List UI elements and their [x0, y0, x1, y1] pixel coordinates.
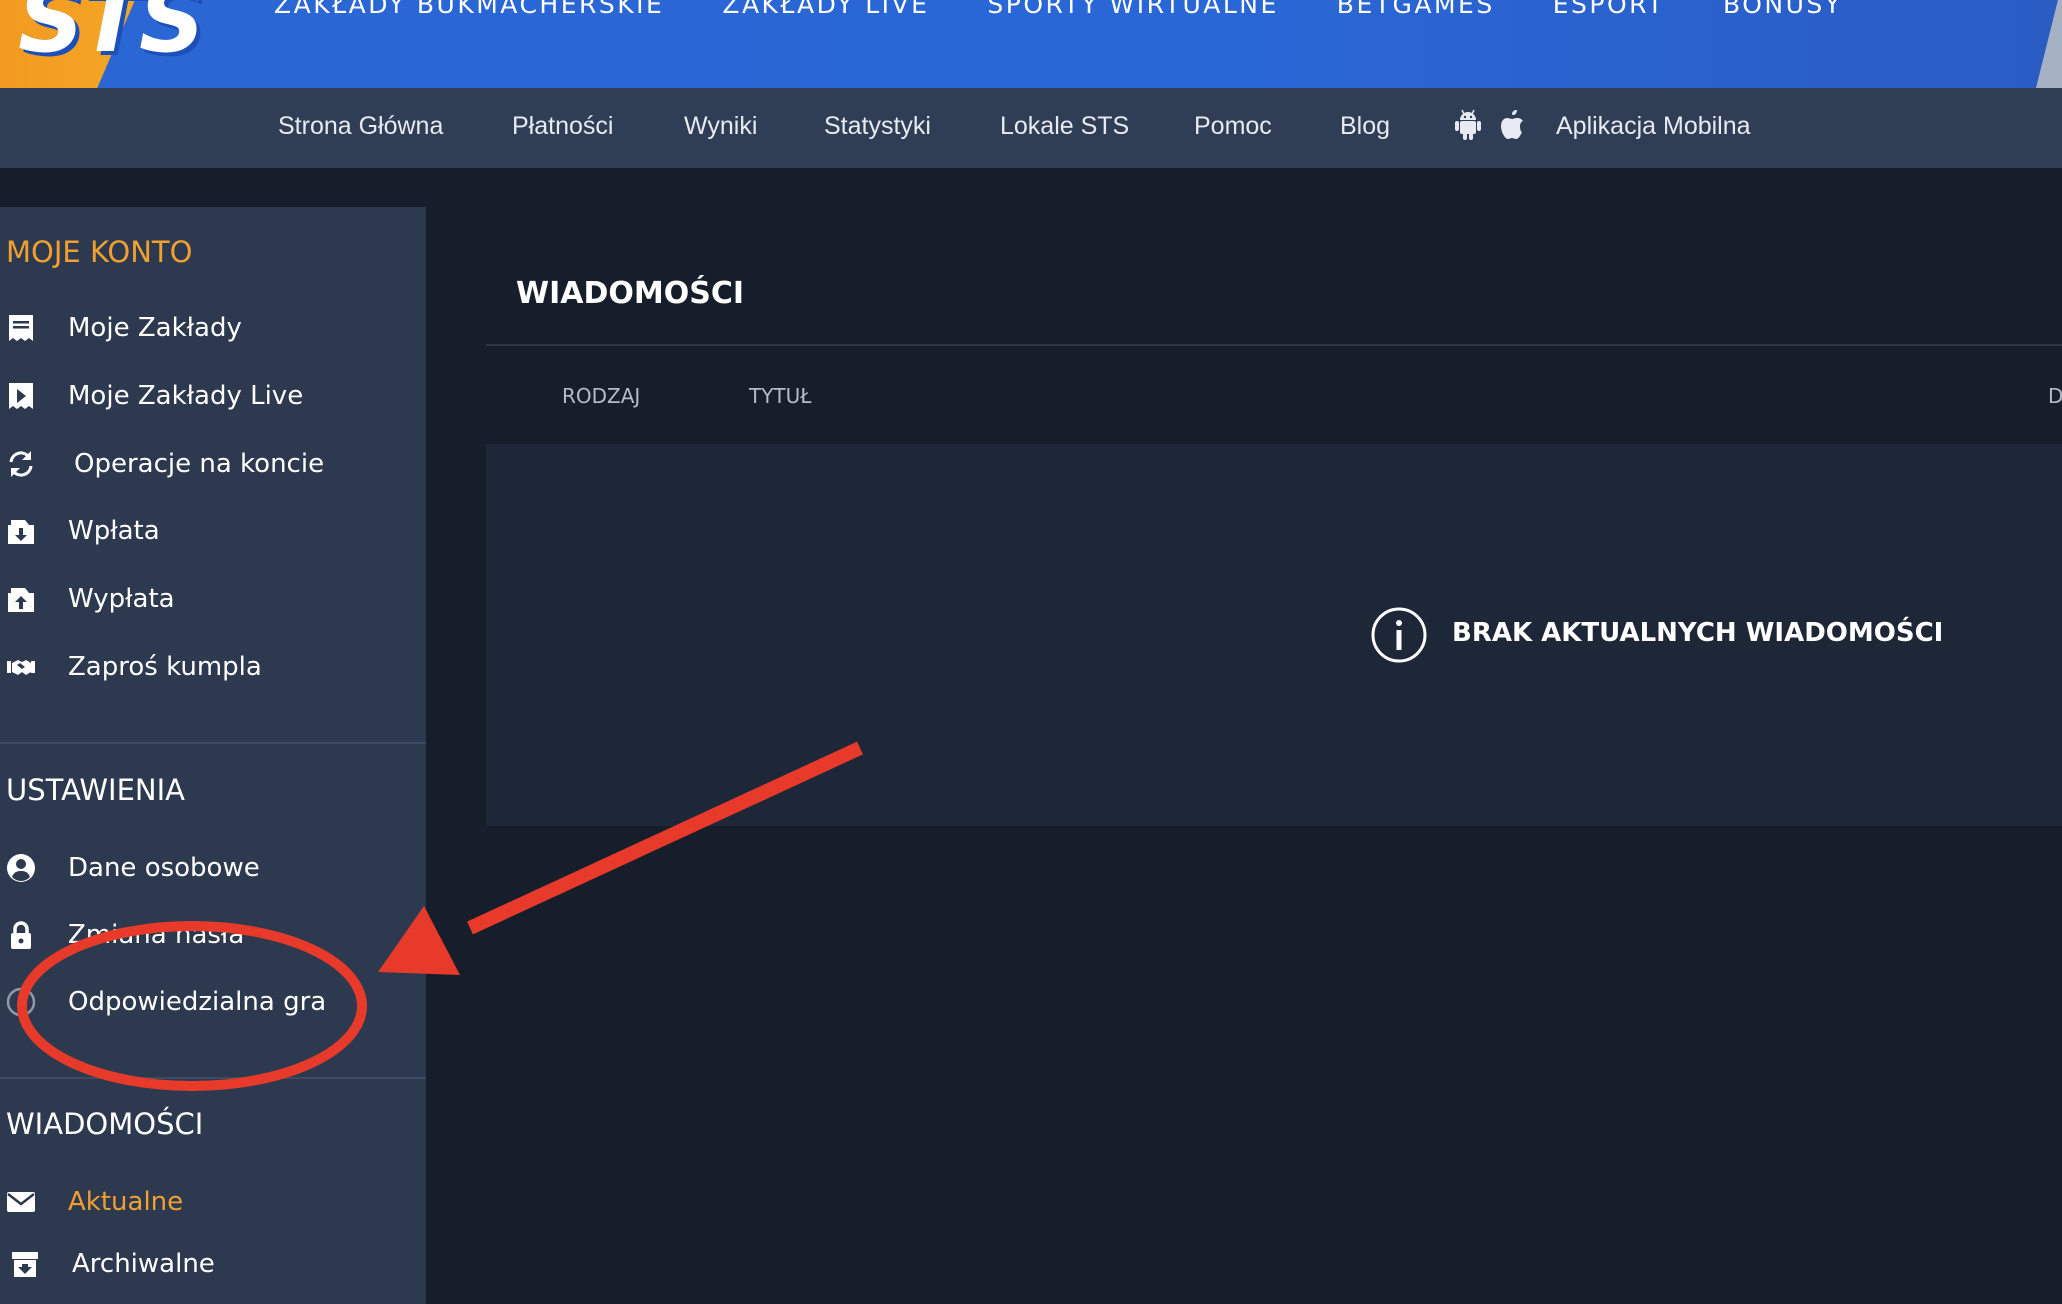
refresh-icon: [9, 451, 33, 477]
subnav-pomoc[interactable]: Pomoc: [1194, 112, 1272, 141]
envelope-icon: [7, 1192, 35, 1212]
sidebar-item-wplata[interactable]: Wpłata: [0, 508, 426, 554]
sidebar-item-moje-zaklady-live[interactable]: Moje Zakłady Live: [0, 373, 426, 419]
sidebar-item-label: Aktualne: [68, 1187, 184, 1217]
empty-state-message: BRAK AKTUALNYCH WIADOMOŚCI: [1452, 618, 1944, 648]
sidebar-item-zapros-kumpla[interactable]: Zaproś kumpla: [0, 644, 426, 690]
sidebar-item-label: Moje Zakłady Live: [68, 381, 304, 411]
sidebar-divider: [0, 742, 426, 744]
live-bets-icon: [9, 383, 33, 409]
sidebar-item-moje-zaklady[interactable]: Moje Zakłady: [0, 305, 426, 351]
handshake-icon: [7, 660, 35, 675]
nav-item-sporty-wirtualne[interactable]: SPORTY WIRTUALNE: [987, 0, 1278, 19]
top-navigation-bar: STS ZAKŁADY BUKMACHERSKIE ZAKŁADY LIVE S…: [0, 0, 2062, 88]
info-icon: [1371, 607, 1427, 663]
section-title-ustawienia: USTAWIENIA: [6, 773, 185, 807]
title-divider: [486, 344, 2062, 346]
subnav-mobile-app[interactable]: Aplikacja Mobilna: [1556, 112, 1751, 141]
sidebar-item-dane-osobowe[interactable]: Dane osobowe: [0, 845, 426, 891]
receipt-icon: [9, 315, 33, 341]
sidebar-item-label: Archiwalne: [72, 1249, 215, 1279]
main-nav: ZAKŁADY BUKMACHERSKIE ZAKŁADY LIVE SPORT…: [274, 0, 1843, 19]
column-header-rodzaj[interactable]: RODZAJ: [562, 384, 640, 408]
sidebar-item-label: Moje Zakłady: [68, 313, 242, 343]
column-header-date[interactable]: D: [2048, 384, 2062, 408]
sidebar-item-operacje-na-koncie[interactable]: Operacje na koncie: [0, 441, 426, 487]
section-title-wiadomosci: WIADOMOŚCI: [6, 1107, 204, 1141]
nav-item-zaklady-live[interactable]: ZAKŁADY LIVE: [722, 0, 929, 19]
sidebar-item-archiwalne[interactable]: Archiwalne: [0, 1241, 426, 1287]
nav-item-betgames[interactable]: BETGAMES: [1337, 0, 1495, 19]
subnav-strona-glowna[interactable]: Strona Główna: [278, 112, 443, 141]
android-icon[interactable]: [1452, 108, 1484, 142]
sidebar-item-wyplata[interactable]: Wypłata: [0, 576, 426, 622]
topbar-edge-decoration: [2036, 0, 2062, 88]
deposit-icon: [8, 520, 34, 544]
sts-logo[interactable]: STS: [18, 0, 205, 73]
sidebar-item-label: Odpowiedzialna gra: [68, 987, 327, 1017]
subnav-platnosci[interactable]: Płatności: [512, 112, 613, 141]
user-icon: [7, 854, 35, 882]
subnav-wyniki[interactable]: Wyniki: [684, 112, 757, 141]
account-sidebar: MOJE KONTO Moje Zakłady Moje Zakłady Liv…: [0, 207, 426, 1304]
sidebar-item-label: Dane osobowe: [68, 853, 260, 883]
sidebar-item-odpowiedzialna-gra[interactable]: Odpowiedzialna gra: [0, 979, 426, 1025]
secondary-navigation-bar: Strona Główna Płatności Wyniki Statystyk…: [0, 88, 2062, 168]
archive-icon: [12, 1252, 38, 1277]
sidebar-item-label: Wpłata: [68, 516, 160, 546]
sidebar-item-label: Zaproś kumpla: [68, 652, 262, 682]
subnav-lokale-sts[interactable]: Lokale STS: [1000, 112, 1129, 141]
column-header-tytul[interactable]: TYTUŁ: [749, 384, 812, 408]
page-title: WIADOMOŚCI: [516, 276, 745, 311]
section-title-moje-konto: MOJE KONTO: [6, 235, 193, 269]
nav-item-bonusy[interactable]: BONUSY: [1723, 0, 1843, 19]
responsible-gaming-icon: [6, 987, 36, 1017]
withdraw-icon: [8, 588, 34, 612]
apple-icon[interactable]: [1498, 108, 1530, 142]
nav-item-zaklady-bukmacherskie[interactable]: ZAKŁADY BUKMACHERSKIE: [274, 0, 664, 19]
nav-item-esport[interactable]: ESPORT: [1553, 0, 1665, 19]
sidebar-item-label: Zmiana hasła: [68, 920, 245, 950]
subnav-blog[interactable]: Blog: [1340, 112, 1390, 141]
sidebar-item-label: Wypłata: [68, 584, 175, 614]
sidebar-item-label: Operacje na koncie: [74, 449, 325, 479]
sidebar-item-aktualne[interactable]: Aktualne: [0, 1179, 426, 1225]
sidebar-item-zmiana-hasla[interactable]: Zmiana hasła: [0, 912, 426, 958]
lock-icon: [11, 921, 31, 949]
sidebar-divider: [0, 1077, 426, 1079]
subnav-statystyki[interactable]: Statystyki: [824, 112, 931, 141]
